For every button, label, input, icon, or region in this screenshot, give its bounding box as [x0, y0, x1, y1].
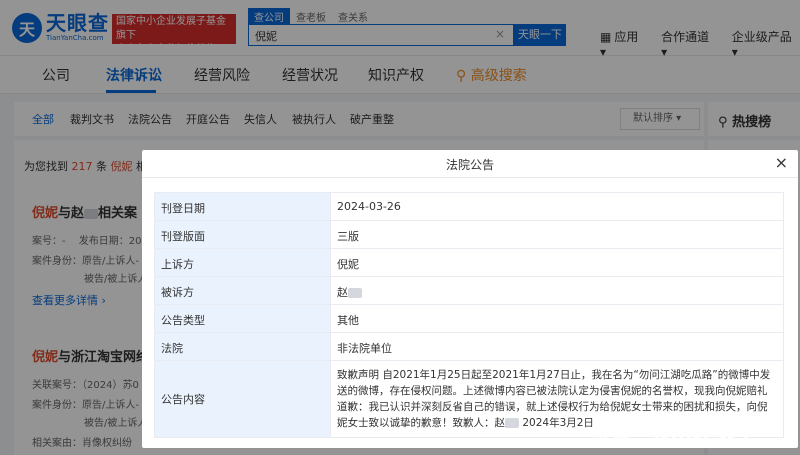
detail-row: 刊登版面 三版: [154, 220, 784, 249]
detail-value: 其他: [337, 314, 359, 327]
detail-value: 2024-03-26: [337, 200, 401, 213]
watermark: 雪球：DoNews: [590, 422, 751, 446]
detail-value: 非法院单位: [337, 342, 392, 355]
detail-value: 三版: [337, 230, 359, 243]
detail-row: 刊登日期 2024-03-26: [154, 192, 784, 221]
detail-key: 法院: [155, 333, 331, 360]
detail-row: 法院 非法院单位: [154, 332, 784, 361]
close-icon[interactable]: ×: [775, 153, 788, 172]
detail-key: 公告类型: [155, 305, 331, 332]
modal-header: 法院公告 ×: [142, 150, 798, 178]
detail-row: 被诉方 赵: [154, 276, 784, 305]
detail-key: 公告内容: [155, 361, 331, 437]
detail-value: 赵: [331, 277, 783, 304]
detail-value: 倪妮: [337, 258, 359, 271]
detail-row: 公告类型 其他: [154, 304, 784, 333]
detail-row: 上诉方 倪妮: [154, 248, 784, 277]
court-notice-modal: 法院公告 × 刊登日期 2024-03-26 刊登版面 三版 上诉方 倪妮 被诉…: [142, 150, 798, 448]
detail-key: 上诉方: [155, 249, 331, 276]
detail-key: 刊登版面: [155, 221, 331, 248]
modal-title: 法院公告: [445, 158, 494, 172]
detail-key: 刊登日期: [155, 193, 331, 220]
detail-key: 被诉方: [155, 277, 331, 304]
